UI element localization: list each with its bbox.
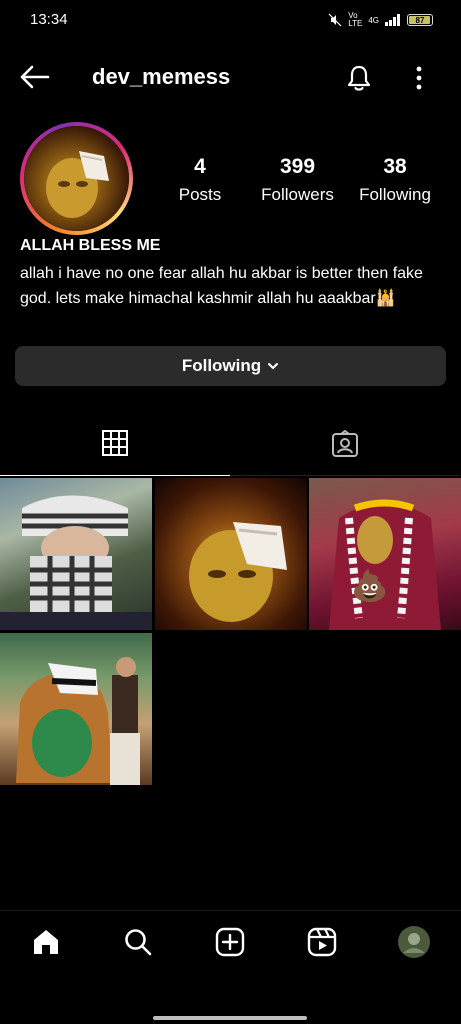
followers-count: 399 bbox=[279, 155, 316, 178]
post-thumbnail-4[interactable] bbox=[0, 633, 152, 785]
tab-posts-grid[interactable] bbox=[0, 420, 230, 476]
volte-label: Vo LTE bbox=[348, 11, 363, 28]
add-post-icon bbox=[215, 927, 245, 957]
profile-username: dev_memess bbox=[92, 64, 231, 89]
following-count: 38 bbox=[383, 155, 407, 178]
signal-icon bbox=[385, 14, 400, 26]
post-thumbnail-3[interactable]: 💩 bbox=[309, 478, 461, 630]
search-icon bbox=[125, 929, 152, 956]
reels-icon bbox=[307, 927, 337, 957]
tagged-person-icon bbox=[332, 430, 358, 457]
bio-name: ALLAH BLESS ME bbox=[20, 237, 161, 254]
avatar-image bbox=[24, 126, 129, 231]
following-button-label: Following bbox=[181, 356, 262, 375]
home-icon bbox=[34, 930, 58, 954]
notifications-button[interactable] bbox=[344, 63, 374, 93]
post-thumbnail-2[interactable] bbox=[155, 478, 307, 630]
nav-profile-button[interactable] bbox=[397, 925, 431, 959]
nav-search-button[interactable] bbox=[121, 925, 155, 959]
bio-text: allah i have no one fear allah hu akbar … bbox=[20, 265, 423, 307]
following-label: Following bbox=[359, 185, 431, 204]
posts-stat[interactable]: 4 Posts bbox=[170, 155, 230, 205]
nav-home-button[interactable] bbox=[29, 925, 63, 959]
posts-count: 4 bbox=[194, 155, 206, 178]
following-button[interactable]: Following bbox=[15, 346, 446, 386]
status-time: 13:34 bbox=[30, 11, 68, 28]
following-stat[interactable]: 38 Following bbox=[352, 155, 438, 205]
back-button[interactable] bbox=[18, 63, 52, 91]
post-2-image bbox=[189, 522, 287, 622]
status-icons: Vo LTE 4G 87 bbox=[328, 12, 433, 28]
profile-avatar-icon bbox=[398, 926, 430, 958]
nav-reels-button[interactable] bbox=[305, 925, 339, 959]
more-options-button[interactable] bbox=[409, 63, 429, 93]
profile-avatar[interactable] bbox=[20, 122, 133, 235]
mute-icon bbox=[328, 13, 342, 27]
grid-icon bbox=[102, 430, 128, 456]
profile-header: dev_memess bbox=[0, 55, 461, 99]
tab-tagged[interactable] bbox=[230, 420, 460, 476]
chevron-down-icon bbox=[268, 363, 279, 369]
post-thumbnail-1[interactable] bbox=[0, 478, 152, 630]
posts-label: Posts bbox=[178, 185, 222, 204]
post-3-image bbox=[329, 499, 441, 630]
status-bar: 13:34 Vo LTE 4G 87 bbox=[0, 0, 461, 40]
avatar-illustration bbox=[46, 151, 109, 218]
more-vertical-icon bbox=[416, 66, 422, 90]
nav-create-button[interactable] bbox=[213, 925, 247, 959]
followers-stat[interactable]: 399 Followers bbox=[255, 155, 340, 205]
battery-icon: 87 bbox=[407, 14, 433, 26]
network-label: 4G bbox=[368, 15, 379, 25]
bell-icon bbox=[347, 65, 371, 91]
arrow-left-icon bbox=[20, 65, 50, 89]
followers-label: Followers bbox=[261, 185, 334, 204]
post-1-image bbox=[0, 495, 152, 630]
battery-level: 87 bbox=[415, 15, 425, 25]
home-indicator[interactable] bbox=[153, 1016, 307, 1020]
bottom-navigation bbox=[0, 910, 461, 970]
post-4-image bbox=[16, 657, 140, 785]
post-3-emoji-overlay: 💩 bbox=[351, 570, 389, 603]
